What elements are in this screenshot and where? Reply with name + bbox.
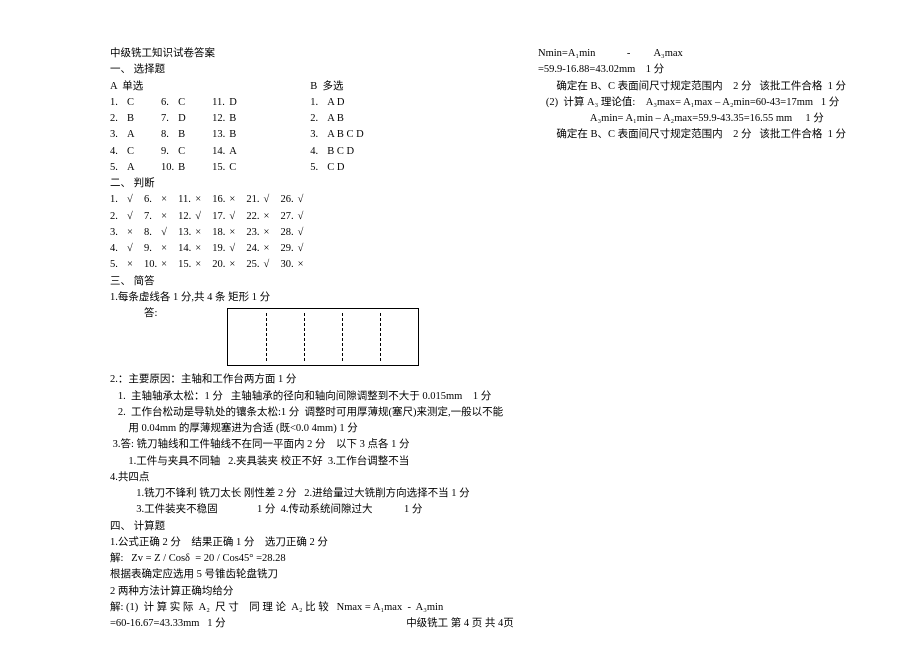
multi-b-table: 1.A D2.A B3.A B C D4.B C D5.C D (310, 95, 367, 176)
sec2-heading: 二、 判断 (110, 176, 520, 192)
right-column: Nmin=A₁min - A₃max=59.9-16.88=43.02mm 1 … (538, 46, 838, 633)
page-footer: 中级铣工 第 4 页 共 4页 (0, 615, 920, 630)
q3-1: 1.每条虚线各 1 分,共 4 条 矩形 1 分 (110, 290, 520, 306)
dashed-rectangle-diagram (227, 308, 419, 366)
sec4-heading: 四、 计算题 (110, 519, 520, 535)
sec3-heading: 三、 简答 (110, 274, 520, 290)
doc-title: 中级铣工知识试卷答案 (110, 46, 520, 62)
q3-1-label: 答: (110, 306, 157, 372)
single-a-table: 1.C6.C11.D2.B7.D12.B3.A8.B13.B4.C9.C14.A… (110, 95, 246, 176)
q3-2-block: 2.：主要原因：主轴和工作台两方面 1 分 1. 主轴轴承太松：1 分 主轴轴承… (110, 372, 520, 437)
q3-4-block: 4.共四点 1.铣刀不锋利 铣刀太长 刚性差 2 分 2.进给量过大铣削方向选择… (110, 470, 520, 519)
judge-table: 1.√6.×11.×16.×21.√26.√2.√7.×12.√17.√22.×… (110, 192, 315, 273)
label-a: A 单选 (110, 79, 246, 95)
label-b: B 多选 (310, 79, 367, 95)
sec1-heading: 一、 选择题 (110, 62, 520, 78)
q3-3-block: 3.答: 铣刀轴线和工件轴线不在同一平面内 2 分 以下 3 点各 1 分 1.… (110, 437, 520, 470)
